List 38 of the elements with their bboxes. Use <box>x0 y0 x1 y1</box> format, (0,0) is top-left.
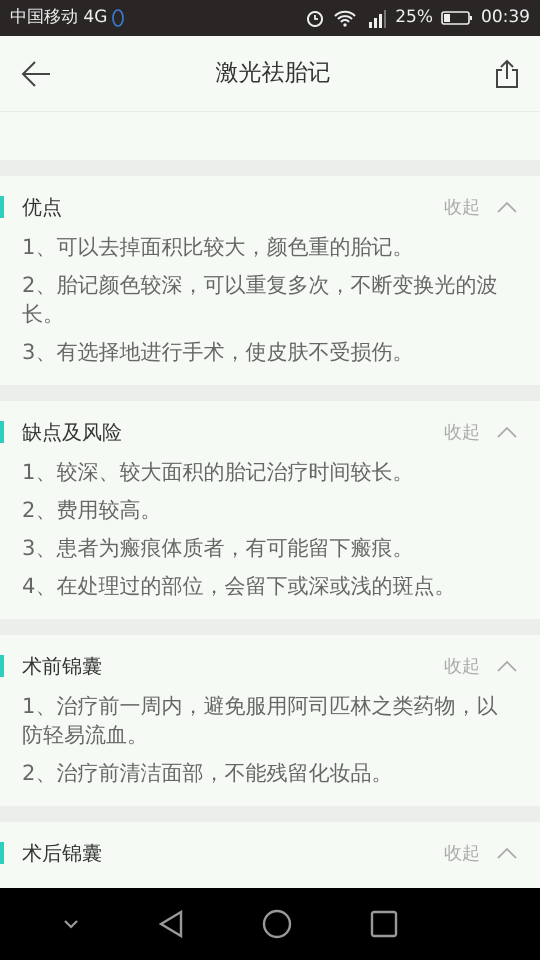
section-title: 缺点及风险 <box>22 419 122 446</box>
chevron-up-icon <box>496 658 518 674</box>
home-circle-icon[interactable] <box>262 909 292 939</box>
list-item-text: 2、费用较高。 <box>21 497 162 524</box>
recents-square-icon[interactable] <box>370 910 398 938</box>
back-triangle-icon[interactable] <box>158 909 184 939</box>
chevron-up-icon <box>496 424 518 440</box>
list-item-text: 2、胎记颜色较深，可以重复多次，不断变换光的波长。 <box>21 272 498 328</box>
list-item-text: 4、在处理过的部位，会留下或深或浅的斑点。 <box>21 573 456 600</box>
share-button[interactable] <box>494 58 520 88</box>
list-item-text: 2、治疗前清洁面部，不能残留化妆品。 <box>21 760 394 787</box>
collapse-toggle[interactable]: 收起 <box>444 418 518 446</box>
carrier-text: 中国移动 4G <box>10 6 108 30</box>
page-title: 激光祛胎记 <box>216 59 330 88</box>
chevron-up-icon <box>496 200 518 214</box>
chevron-up-icon <box>496 846 518 860</box>
battery-icon <box>441 10 473 26</box>
section-title: 术前锦囊 <box>22 653 102 680</box>
collapse-toggle[interactable]: 收起 <box>444 194 518 220</box>
list-item-text: 1、可以去掉面积比较大，颜色重的胎记。 <box>21 234 414 261</box>
clock-text: 00:39 <box>481 6 530 30</box>
accent-bar <box>0 842 4 864</box>
wifi-icon <box>333 9 358 27</box>
collapse-toggle[interactable]: 收起 <box>444 652 518 680</box>
list-item-text: 3、有选择地进行手术，使皮肤不受损伤。 <box>21 339 414 366</box>
accent-bar <box>0 196 4 218</box>
section-title: 优点 <box>22 194 62 221</box>
back-button[interactable] <box>20 60 52 88</box>
battery-percent: 25% <box>395 6 433 30</box>
chevron-down-icon[interactable] <box>63 919 80 929</box>
list-item-text: 3、患者为瘢痕体质者，有可能留下瘢痕。 <box>21 535 414 562</box>
section-title: 术后锦囊 <box>22 840 102 867</box>
collapse-toggle[interactable]: 收起 <box>444 840 518 866</box>
accent-bar <box>0 421 4 443</box>
list-item-text: 1、较深、较大面积的胎记治疗时间较长。 <box>21 459 414 486</box>
list-item-text: 1、治疗前一周内，避免服用阿司匹林之类药物，以防轻易流血。 <box>21 693 498 749</box>
alarm-icon <box>305 8 326 28</box>
accent-bar <box>0 655 4 677</box>
